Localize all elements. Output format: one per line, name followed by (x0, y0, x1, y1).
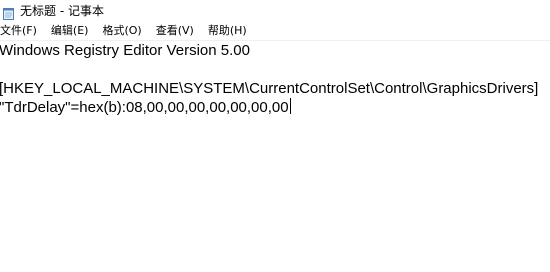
notepad-icon (2, 5, 15, 20)
window-title: 无标题 - 记事本 (20, 4, 104, 18)
menu-file[interactable]: 文件(F) (0, 24, 37, 38)
editor-line-4: "TdrDelay"=hex(b):08,00,00,00,00,00,00,0… (0, 98, 550, 117)
editor-line-2 (0, 60, 550, 79)
editor-line-3: [HKEY_LOCAL_MACHINE\SYSTEM\CurrentContro… (0, 80, 539, 97)
editor-line-1: Windows Registry Editor Version 5.00 (0, 42, 250, 59)
editor-line-4-text: "TdrDelay"=hex(b):08,00,00,00,00,00,00,0… (0, 99, 289, 116)
menu-bar: 文件(F) 编辑(E) 格式(O) 查看(V) 帮助(H) (0, 22, 550, 41)
menu-format[interactable]: 格式(O) (102, 24, 141, 38)
menu-help[interactable]: 帮助(H) (208, 24, 247, 38)
text-caret (289, 98, 291, 114)
text-editor-area[interactable]: Windows Registry Editor Version 5.00 [HK… (0, 41, 550, 272)
menu-edit[interactable]: 编辑(E) (51, 24, 89, 38)
title-bar[interactable]: 无标题 - 记事本 (0, 0, 550, 22)
menu-view[interactable]: 查看(V) (156, 24, 194, 38)
notepad-window: 无标题 - 记事本 文件(F) 编辑(E) 格式(O) 查看(V) 帮助(H) … (0, 0, 550, 272)
